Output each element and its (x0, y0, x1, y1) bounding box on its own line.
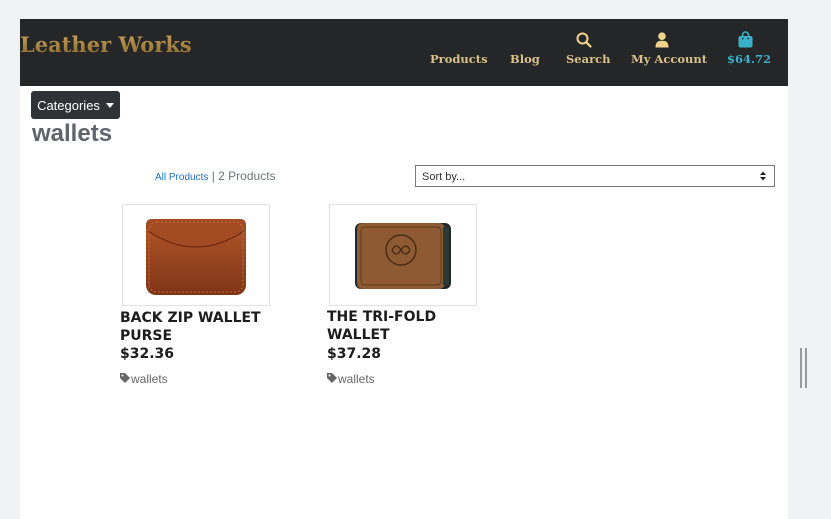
search-icon[interactable] (576, 32, 592, 52)
product-price: $32.36 (120, 346, 175, 362)
nav-blog[interactable]: Blog (510, 52, 540, 66)
product-image-tri-fold-wallet[interactable] (329, 204, 477, 306)
product-image-back-zip-wallet[interactable] (122, 204, 270, 306)
sort-selected-value: Sort by... (422, 171, 466, 183)
brand-logo[interactable]: Leather Works (20, 32, 192, 57)
cart-total[interactable]: $64.72 (727, 52, 771, 66)
tag-icon (327, 372, 337, 386)
product-price: $37.28 (327, 346, 382, 362)
sort-select[interactable]: Sort by... (415, 165, 775, 187)
tag-icon (120, 372, 130, 386)
product-name[interactable]: BACK ZIP WALLET PURSE (120, 309, 280, 345)
nav-my-account[interactable]: My Account (631, 52, 707, 66)
product-tag[interactable]: wallets (327, 372, 375, 386)
all-products-link[interactable]: All Products (155, 172, 208, 183)
product-name[interactable]: THE TRI-FOLD WALLET (327, 308, 487, 344)
tag-label: wallets (338, 372, 375, 386)
breadcrumb: All Products | 2 Products (155, 169, 276, 183)
caret-down-icon (105, 102, 114, 108)
select-arrows-icon (760, 170, 766, 182)
top-navbar: Leather Works Products Blog Search My Ac… (20, 19, 788, 86)
nav-search[interactable]: Search (566, 52, 611, 66)
tag-label: wallets (131, 372, 168, 386)
product-tag[interactable]: wallets (120, 372, 168, 386)
categories-dropdown-button[interactable]: Categories (31, 91, 120, 119)
category-heading: wallets (32, 120, 113, 147)
product-count: 2 Products (218, 169, 276, 183)
categories-label: Categories (37, 97, 100, 113)
scrollbar-handle[interactable] (800, 348, 807, 388)
breadcrumb-separator: | (211, 169, 215, 183)
page: Leather Works Products Blog Search My Ac… (20, 19, 788, 519)
user-icon[interactable] (655, 32, 669, 52)
nav-products[interactable]: Products (430, 52, 488, 66)
shopping-bag-icon[interactable] (738, 31, 753, 52)
